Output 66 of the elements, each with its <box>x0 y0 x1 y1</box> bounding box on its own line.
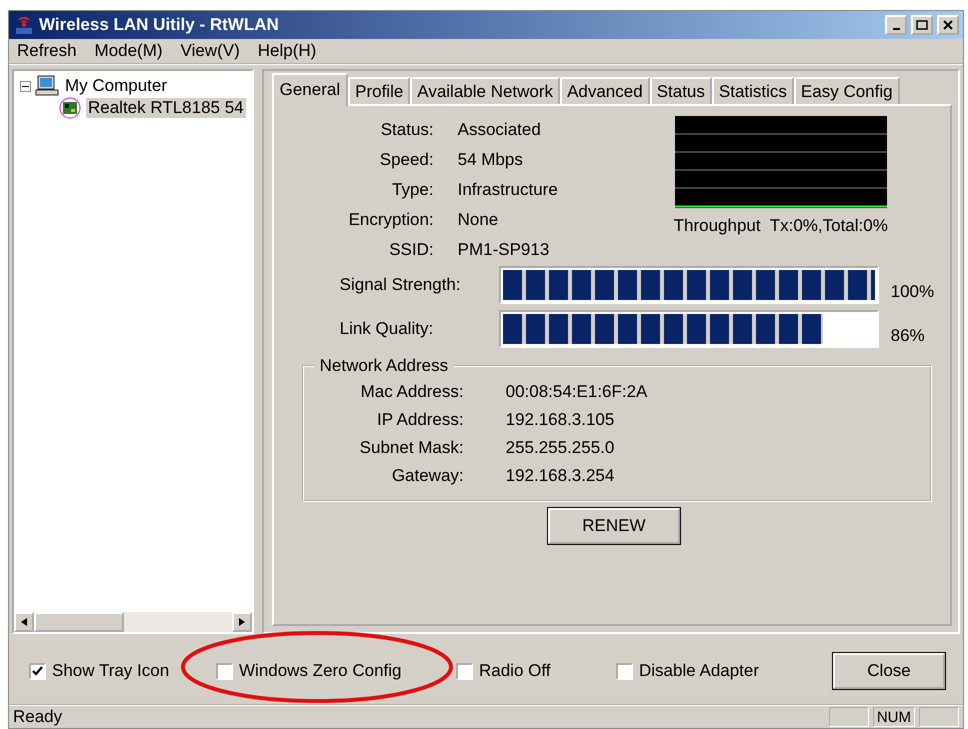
minimize-icon <box>892 28 900 30</box>
num-lock-indicator: NUM <box>872 707 915 727</box>
checkbox-label: Radio Off <box>479 661 551 681</box>
menu-item[interactable]: Refresh <box>17 41 77 61</box>
checkbox[interactable] <box>29 662 46 680</box>
checkbox[interactable] <box>216 662 233 680</box>
field-value: 00:08:54:E1:6F:2A <box>506 382 648 402</box>
tab[interactable]: Status <box>650 77 712 104</box>
field-value: 192.168.3.254 <box>506 466 616 486</box>
checkbox-label: Windows Zero Config <box>239 661 402 681</box>
meter-reading: 86% <box>890 326 925 346</box>
scroll-left-button[interactable] <box>14 612 34 632</box>
network-card-icon <box>58 97 82 119</box>
tab[interactable]: Available Network <box>410 77 560 104</box>
field-label: Type: <box>391 180 434 200</box>
field-label: Speed: <box>378 150 434 170</box>
tree-item[interactable]: My Computer <box>63 76 170 96</box>
scroll-thumb[interactable] <box>34 612 124 632</box>
tab[interactable]: Easy Config <box>794 77 900 104</box>
field-label: Mac Address: <box>360 382 464 402</box>
maximize-icon <box>916 20 928 30</box>
computer-icon <box>35 75 59 97</box>
close-icon <box>943 20 953 30</box>
maximize-button[interactable] <box>911 15 933 35</box>
field-label: Gateway: <box>390 466 464 486</box>
menu-item[interactable]: Mode(M) <box>94 41 163 61</box>
field-value: 192.168.3.105 <box>506 410 616 430</box>
minimize-button[interactable] <box>885 15 907 35</box>
right-arrow-icon <box>238 618 245 626</box>
tab[interactable]: Statistics <box>712 77 794 104</box>
collapse-toggle[interactable] <box>20 80 31 92</box>
field-label: IP Address: <box>376 410 464 430</box>
field-value: 54 Mbps <box>458 150 524 170</box>
left-arrow-icon <box>21 618 27 626</box>
menu-item[interactable]: Help(H) <box>258 41 316 61</box>
tab[interactable]: Profile <box>348 77 410 104</box>
group-title: Network Address <box>318 356 450 376</box>
close-button[interactable] <box>937 15 959 35</box>
field-value: 255.255.255.0 <box>506 438 616 458</box>
field-value: None <box>458 210 500 230</box>
checkbox-label: Show Tray Icon <box>52 661 170 681</box>
checkbox-label: Disable Adapter <box>639 661 760 681</box>
wireless-icon <box>13 14 35 36</box>
throughput-label: Throughput Tx:0%,Total:0% <box>674 216 888 236</box>
field-value: Infrastructure <box>458 180 559 200</box>
renew-button[interactable]: RENEW <box>548 508 680 544</box>
scroll-right-button[interactable] <box>232 612 252 632</box>
field-label: Encryption: <box>348 210 434 230</box>
checkbox[interactable] <box>456 662 473 680</box>
checkbox[interactable] <box>616 662 633 680</box>
field-value: Associated <box>458 120 542 140</box>
meter-label: Signal Strength: <box>338 275 462 295</box>
meter-reading: 100% <box>890 282 934 302</box>
close-dialog-button[interactable]: Close <box>833 653 945 689</box>
tab[interactable]: General <box>272 73 348 106</box>
tab[interactable]: Advanced <box>560 77 650 104</box>
status-text: Ready <box>13 707 64 727</box>
field-label: Subnet Mask: <box>358 438 464 458</box>
meter-label: Link Quality: <box>338 319 434 339</box>
menu-item[interactable]: View(V) <box>180 41 240 61</box>
field-value: PM1-SP913 <box>458 240 550 260</box>
horizontal-scrollbar[interactable] <box>14 612 252 632</box>
tree-item[interactable]: Realtek RTL8185 54 <box>86 98 246 118</box>
window-title: Wireless LAN Uitily - RtWLAN <box>39 15 280 35</box>
field-label: SSID: <box>388 240 434 260</box>
field-label: Status: <box>380 120 434 140</box>
